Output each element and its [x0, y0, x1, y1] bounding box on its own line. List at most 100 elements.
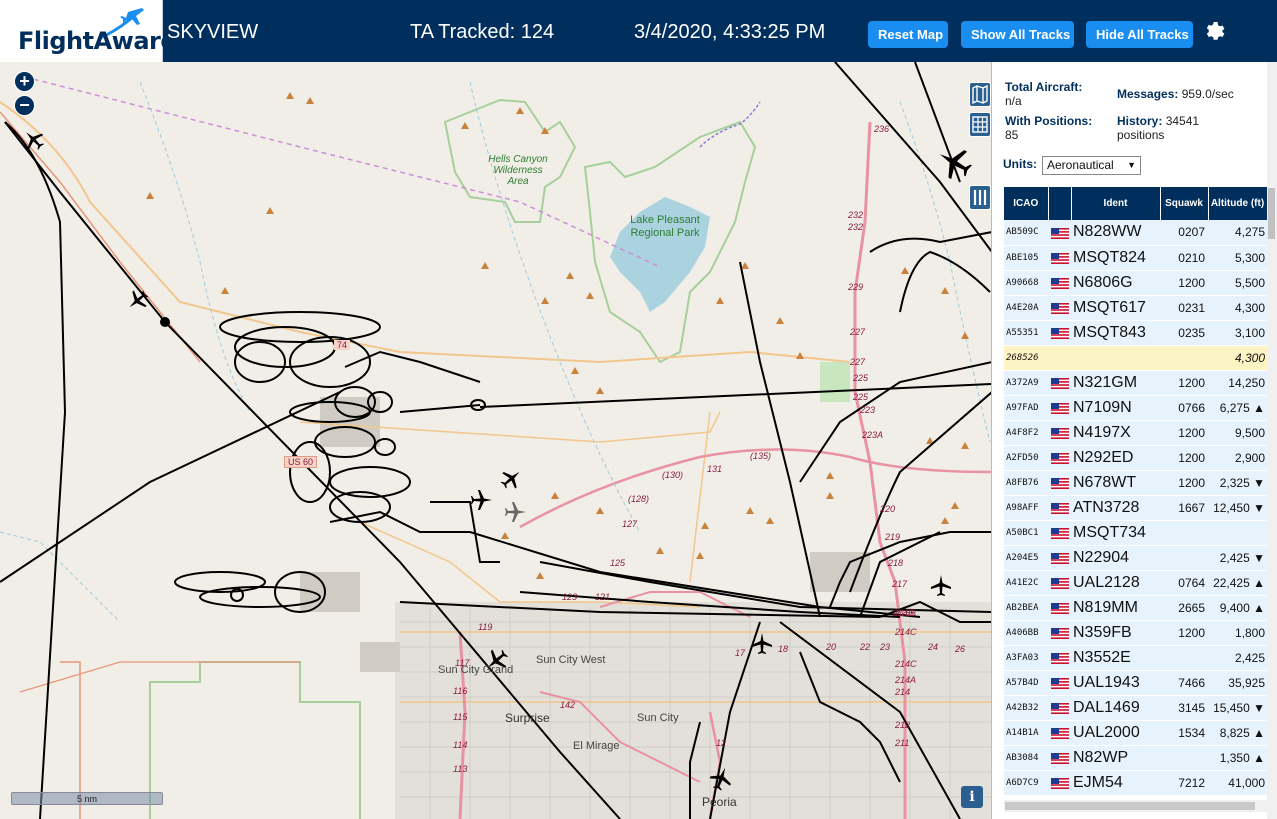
airplane-icon[interactable] [929, 574, 953, 598]
marker-215b: 215B [895, 608, 917, 618]
cell-flag [1048, 445, 1071, 471]
table-row[interactable]: A4E20A MSQT617 0231 4,300 [1004, 295, 1267, 321]
table-row[interactable]: A41E2C UAL2128 0764 22,425 ▲ [1004, 570, 1267, 596]
cell-squawk: 0766 [1160, 395, 1208, 421]
col-squawk[interactable]: Squawk [1160, 187, 1209, 220]
map-layer-button[interactable] [969, 82, 991, 107]
cell-ident: N6806G [1071, 270, 1160, 296]
messages-value: 959.0/sec [1181, 87, 1234, 101]
marker-212: 212 [895, 720, 911, 730]
table-row[interactable]: A6D7C9 EJM54 7212 41,000 [1004, 770, 1267, 796]
table-row[interactable]: A204E5 N22904 2,425 ▼ [1004, 545, 1267, 571]
reset-map-button[interactable]: Reset Map [868, 21, 948, 48]
table-row[interactable]: A42B32 DAL1469 3145 15,450 ▼ [1004, 695, 1267, 721]
cell-flag [1048, 595, 1071, 621]
cell-ident [1071, 345, 1160, 371]
table-row[interactable]: A3FA03 N3552E 2,425 [1004, 645, 1267, 671]
zoom-in-button[interactable]: + [14, 71, 35, 92]
table-row[interactable]: 268526 4,300 [1004, 345, 1267, 371]
cell-icao: A2FD50 [1004, 445, 1048, 471]
app-title: SKYVIEW [167, 21, 259, 43]
cell-squawk [1160, 645, 1208, 671]
cell-ident: MSQT824 [1071, 245, 1160, 271]
marker-214c: 214C [895, 627, 917, 637]
table-row[interactable]: A90668 N6806G 1200 5,500 [1004, 270, 1267, 296]
lake-pleasant-label: Lake Pleasant Regional Park [630, 214, 700, 239]
el-mirage-label: El Mirage [573, 740, 620, 752]
table-row[interactable]: A8FB76 N678WT 1200 2,325 ▼ [1004, 470, 1267, 496]
table-row[interactable]: AB3084 N82WP 1,350 ▲ [1004, 745, 1267, 771]
table-row[interactable]: A97FAD N7109N 0766 6,275 ▲ [1004, 395, 1267, 421]
us-flag-icon [1050, 402, 1069, 414]
with-positions-label: With Positions: [1005, 114, 1093, 128]
cell-ident: UAL2128 [1071, 570, 1160, 596]
zoom-out-button[interactable]: − [14, 95, 35, 116]
table-row[interactable]: A2FD50 N292ED 1200 2,900 [1004, 445, 1267, 471]
col-altitude[interactable]: Altitude (ft) [1208, 187, 1267, 220]
cell-squawk: 1200 [1160, 270, 1208, 296]
table-row[interactable]: A57B4D UAL1943 7466 35,925 [1004, 670, 1267, 696]
marker-114: 114 [453, 740, 468, 750]
marker-23: 23 [880, 642, 891, 652]
table-row[interactable]: A98AFF ATN3728 1667 12,450 ▼ [1004, 495, 1267, 521]
cell-icao: AB2BEA [1004, 595, 1048, 621]
total-aircraft-stat: Total Aircraft: n/a [1005, 80, 1082, 108]
cell-icao: A55351 [1004, 320, 1048, 346]
airplane-icon[interactable] [499, 467, 523, 491]
cell-altitude: 1,800 [1208, 620, 1267, 646]
vertical-scrollbar-thumb[interactable] [1268, 188, 1275, 239]
units-select[interactable]: Aeronautical ▼ [1042, 156, 1141, 175]
show-all-tracks-button[interactable]: Show All Tracks [961, 21, 1074, 48]
messages-label: Messages: [1117, 87, 1179, 101]
cell-icao: A97FAD [1004, 395, 1048, 421]
us-flag-icon [1050, 452, 1069, 464]
table-row[interactable]: AB509C N828WW 0207 4,275 [1004, 220, 1267, 246]
airplane-icon[interactable] [936, 144, 974, 182]
table-row[interactable]: A406BB N359FB 1200 1,800 [1004, 620, 1267, 646]
airplane-icon[interactable] [469, 488, 493, 512]
table-row[interactable]: A55351 MSQT843 0235 3,100 [1004, 320, 1267, 346]
cell-ident: ATN3728 [1071, 495, 1160, 521]
us-flag-icon [1050, 502, 1069, 514]
table-row[interactable]: A50BC1 MSQT734 [1004, 520, 1267, 546]
info-button[interactable]: i [961, 786, 983, 808]
cell-icao: A57B4D [1004, 670, 1048, 696]
hells-canyon-label: Hells Canyon Wilderness Area [488, 154, 548, 187]
col-ident[interactable]: Ident [1071, 187, 1161, 220]
horizontal-scrollbar-thumb[interactable] [1005, 802, 1255, 810]
table-row[interactable]: A14B1A UAL2000 1534 8,825 ▲ [1004, 720, 1267, 746]
us-flag-icon [1050, 427, 1069, 439]
cell-altitude: 22,425 ▲ [1208, 570, 1267, 596]
col-flag[interactable] [1048, 187, 1072, 220]
cell-flag [1048, 320, 1071, 346]
table-row[interactable]: AB2BEA N819MM 2665 9,400 ▲ [1004, 595, 1267, 621]
vertical-scrollbar[interactable] [1267, 62, 1277, 819]
grid-button[interactable] [969, 112, 991, 137]
col-icao[interactable]: ICAO [1004, 187, 1049, 220]
cell-ident: MSQT734 [1071, 520, 1160, 546]
cell-squawk: 0207 [1160, 220, 1208, 246]
current-datetime: 3/4/2020, 4:33:25 PM [634, 21, 826, 43]
cell-squawk [1160, 745, 1208, 771]
gear-icon[interactable] [1203, 19, 1227, 43]
cell-squawk [1160, 520, 1208, 546]
airplane-icon[interactable] [708, 766, 734, 792]
table-row[interactable]: A4F8F2 N4197X 1200 9,500 [1004, 420, 1267, 446]
map-view[interactable]: Hells Canyon Wilderness Area Lake Pleasa… [0, 62, 992, 819]
airplane-icon[interactable] [22, 128, 46, 152]
hide-all-tracks-button[interactable]: Hide All Tracks [1086, 21, 1193, 48]
columns-button[interactable] [969, 185, 991, 210]
marker-135: (135) [750, 451, 772, 461]
airplane-icon[interactable] [126, 288, 150, 312]
cell-squawk: 3145 [1160, 695, 1208, 721]
aircraft-table[interactable]: ICAO Ident Squawk Altitude (ft) AB509C N8… [1004, 187, 1267, 819]
airplane-icon[interactable] [503, 500, 527, 524]
cell-squawk: 1667 [1160, 495, 1208, 521]
marker-223: 223 [860, 405, 876, 415]
flightaware-logo[interactable]: FlightAware [0, 0, 177, 62]
table-row[interactable]: ABE105 MSQT824 0210 5,300 [1004, 245, 1267, 271]
table-row[interactable]: A372A9 N321GM 1200 14,250 [1004, 370, 1267, 396]
cell-altitude: 2,425 ▼ [1208, 545, 1267, 571]
cell-icao: AB3084 [1004, 745, 1048, 771]
airplane-icon[interactable] [750, 632, 774, 656]
